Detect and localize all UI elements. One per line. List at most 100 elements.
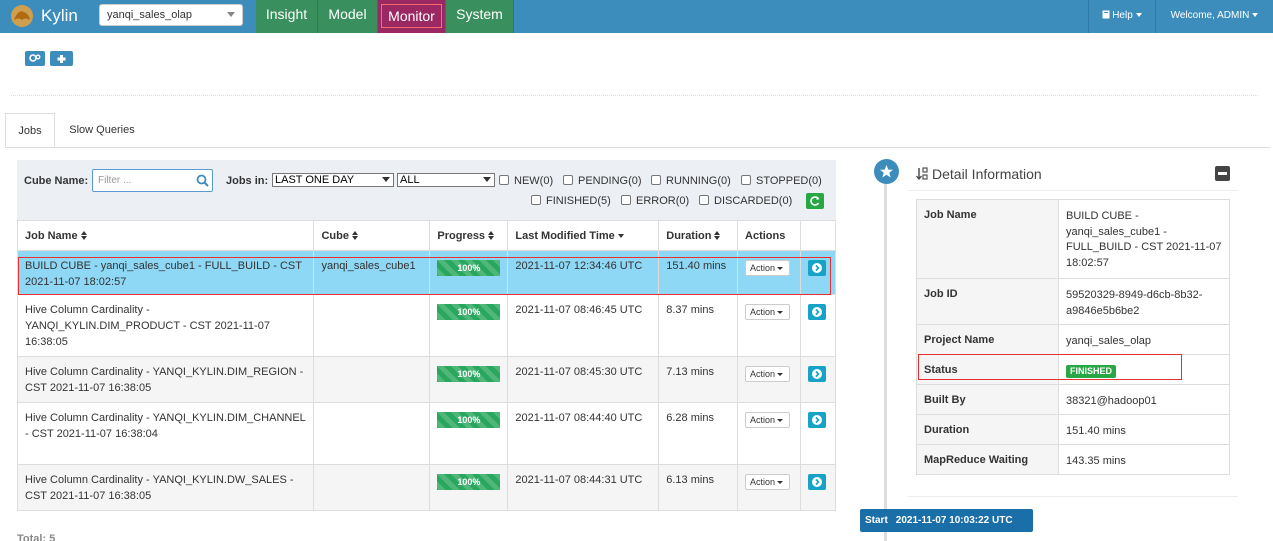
gears-icon — [29, 54, 41, 62]
table-row[interactable]: Hive Column Cardinality - YANQI_KYLIN.DI… — [16, 294, 837, 357]
nav-monitor[interactable]: Monitor — [378, 0, 446, 33]
nav-insight[interactable]: Insight — [256, 0, 318, 33]
checkbox[interactable] — [499, 175, 509, 185]
tab-slow-queries[interactable]: Slow Queries — [58, 113, 146, 147]
action-label: Action — [750, 307, 776, 317]
modified-cell: 2021-11-07 08:44:40 UTC — [507, 402, 660, 465]
nav-system[interactable]: System — [446, 0, 514, 33]
checkbox[interactable] — [621, 195, 631, 205]
checkbox[interactable] — [699, 195, 709, 205]
user-welcome-label: Welcome, ADMIN — [1170, 10, 1250, 21]
collapse-button[interactable] — [1215, 166, 1230, 181]
job-name-cell: Hive Column Cardinality - YANQI_KYLIN.DW… — [16, 464, 315, 511]
chevron-down-icon — [227, 12, 235, 17]
checkbox[interactable] — [531, 195, 541, 205]
table-row[interactable]: BUILD CUBE - yanqi_sales_cube1 - FULL_BU… — [16, 250, 837, 295]
col-cube[interactable]: Cube — [313, 220, 431, 251]
refresh-button[interactable] — [806, 193, 824, 209]
progress-bar: 100% — [437, 304, 501, 320]
status-checkbox-finished[interactable]: FINISHED(5) — [531, 195, 611, 207]
col-duration[interactable]: Duration — [658, 220, 739, 251]
project-select-value: yanqi_sales_olap — [107, 9, 193, 21]
checkbox-label: DISCARDED(0) — [714, 195, 793, 207]
action-label: Action — [750, 369, 776, 379]
action-dropdown-button[interactable]: Action — [745, 474, 791, 490]
checkbox[interactable] — [741, 175, 751, 185]
arrow-right-circle-icon — [811, 369, 822, 379]
details-cell — [799, 250, 837, 295]
status-checkbox-pending[interactable]: PENDING(0) — [563, 175, 642, 187]
jobs-in-label: Jobs in: — [226, 175, 269, 187]
col-actions: Actions — [737, 220, 801, 251]
view-details-button[interactable] — [807, 412, 826, 428]
actions-cell: Action — [737, 464, 801, 511]
col-last-modified[interactable]: Last Modified Time — [507, 220, 660, 251]
detail-value: 38321@hadoop01 — [1058, 384, 1230, 415]
star-icon — [880, 165, 893, 178]
progress-bar: 100% — [437, 260, 501, 276]
user-menu[interactable]: Welcome, ADMIN — [1155, 0, 1273, 33]
action-dropdown-button[interactable]: Action — [745, 304, 791, 320]
actions-cell: Action — [737, 356, 801, 403]
table-row[interactable]: Hive Column Cardinality - YANQI_KYLIN.DI… — [16, 402, 837, 465]
status-checkbox-error[interactable]: ERROR(0) — [621, 195, 689, 207]
details-cell — [799, 356, 837, 403]
caret-down-icon — [777, 481, 784, 485]
action-dropdown-button[interactable]: Action — [745, 366, 791, 382]
sort-icon — [80, 230, 87, 240]
detail-value: 143.35 mins — [1058, 444, 1230, 475]
cube-filter-input[interactable]: Filter ... — [92, 169, 213, 192]
checkbox-label: PENDING(0) — [578, 175, 642, 187]
kylin-logo-icon[interactable] — [8, 3, 36, 29]
top-navbar: Kylin yanqi_sales_olap Insight Model Mon… — [0, 0, 1273, 33]
detail-value: 151.40 mins — [1058, 414, 1230, 445]
arrow-right-circle-icon — [811, 415, 822, 425]
refresh-icon — [810, 196, 820, 206]
detail-value: yanqi_sales_olap — [1058, 324, 1230, 355]
table-row[interactable]: Hive Column Cardinality - YANQI_KYLIN.DW… — [16, 464, 837, 511]
arrow-right-circle-icon — [811, 477, 822, 487]
nav-model-label: Model — [328, 6, 367, 22]
time-range-select[interactable]: LAST ONE DAY — [272, 173, 394, 187]
details-cell — [799, 464, 837, 511]
checkbox-label: FINISHED(5) — [546, 195, 611, 207]
status-checkbox-new[interactable]: NEW(0) — [499, 175, 553, 187]
action-label: Action — [750, 415, 776, 425]
view-details-button[interactable] — [807, 260, 826, 276]
help-menu[interactable]: Help — [1088, 0, 1155, 33]
status-checkbox-discarded[interactable]: DISCARDED(0) — [699, 195, 792, 207]
sort-desc-icon — [617, 233, 624, 238]
brand-name[interactable]: Kylin — [41, 6, 78, 26]
nav-model[interactable]: Model — [318, 0, 378, 33]
table-header-row: Job Name Cube Progress Last Modified Tim… — [16, 220, 837, 251]
action-dropdown-button[interactable]: Action — [745, 260, 791, 276]
chevron-down-icon — [382, 177, 390, 182]
col-progress[interactable]: Progress — [429, 220, 509, 251]
table-row[interactable]: Hive Column Cardinality - YANQI_KYLIN.DI… — [16, 356, 837, 403]
status-checkbox-running[interactable]: RUNNING(0) — [651, 175, 731, 187]
cube-cell: yanqi_sales_cube1 — [313, 250, 431, 295]
cubes-settings-button[interactable] — [25, 51, 45, 66]
plus-icon — [57, 55, 66, 63]
progress-bar: 100% — [437, 412, 501, 428]
detail-row-job-name: Job Name BUILD CUBE - yanqi_sales_cube1 … — [916, 199, 1230, 279]
action-dropdown-button[interactable]: Action — [745, 412, 791, 428]
tab-jobs[interactable]: Jobs — [5, 113, 55, 147]
view-details-button[interactable] — [807, 304, 826, 320]
divider — [11, 95, 1258, 96]
view-details-button[interactable] — [807, 366, 826, 382]
checkbox[interactable] — [563, 175, 573, 185]
job-type-select[interactable]: ALL — [397, 173, 495, 187]
caret-down-icon — [777, 267, 784, 271]
view-details-button[interactable] — [807, 474, 826, 490]
checkbox[interactable] — [651, 175, 661, 185]
col-job-name[interactable]: Job Name — [16, 220, 315, 251]
add-button[interactable] — [50, 51, 73, 66]
caret-down-icon — [1252, 13, 1259, 18]
status-checkbox-stopped[interactable]: STOPPED(0) — [741, 175, 822, 187]
detail-key: MapReduce Waiting — [916, 444, 1059, 475]
project-select[interactable]: yanqi_sales_olap — [99, 4, 243, 26]
cube-cell — [313, 402, 431, 465]
job-name-cell: BUILD CUBE - yanqi_sales_cube1 - FULL_BU… — [16, 250, 315, 295]
tab-jobs-label: Jobs — [18, 125, 42, 137]
